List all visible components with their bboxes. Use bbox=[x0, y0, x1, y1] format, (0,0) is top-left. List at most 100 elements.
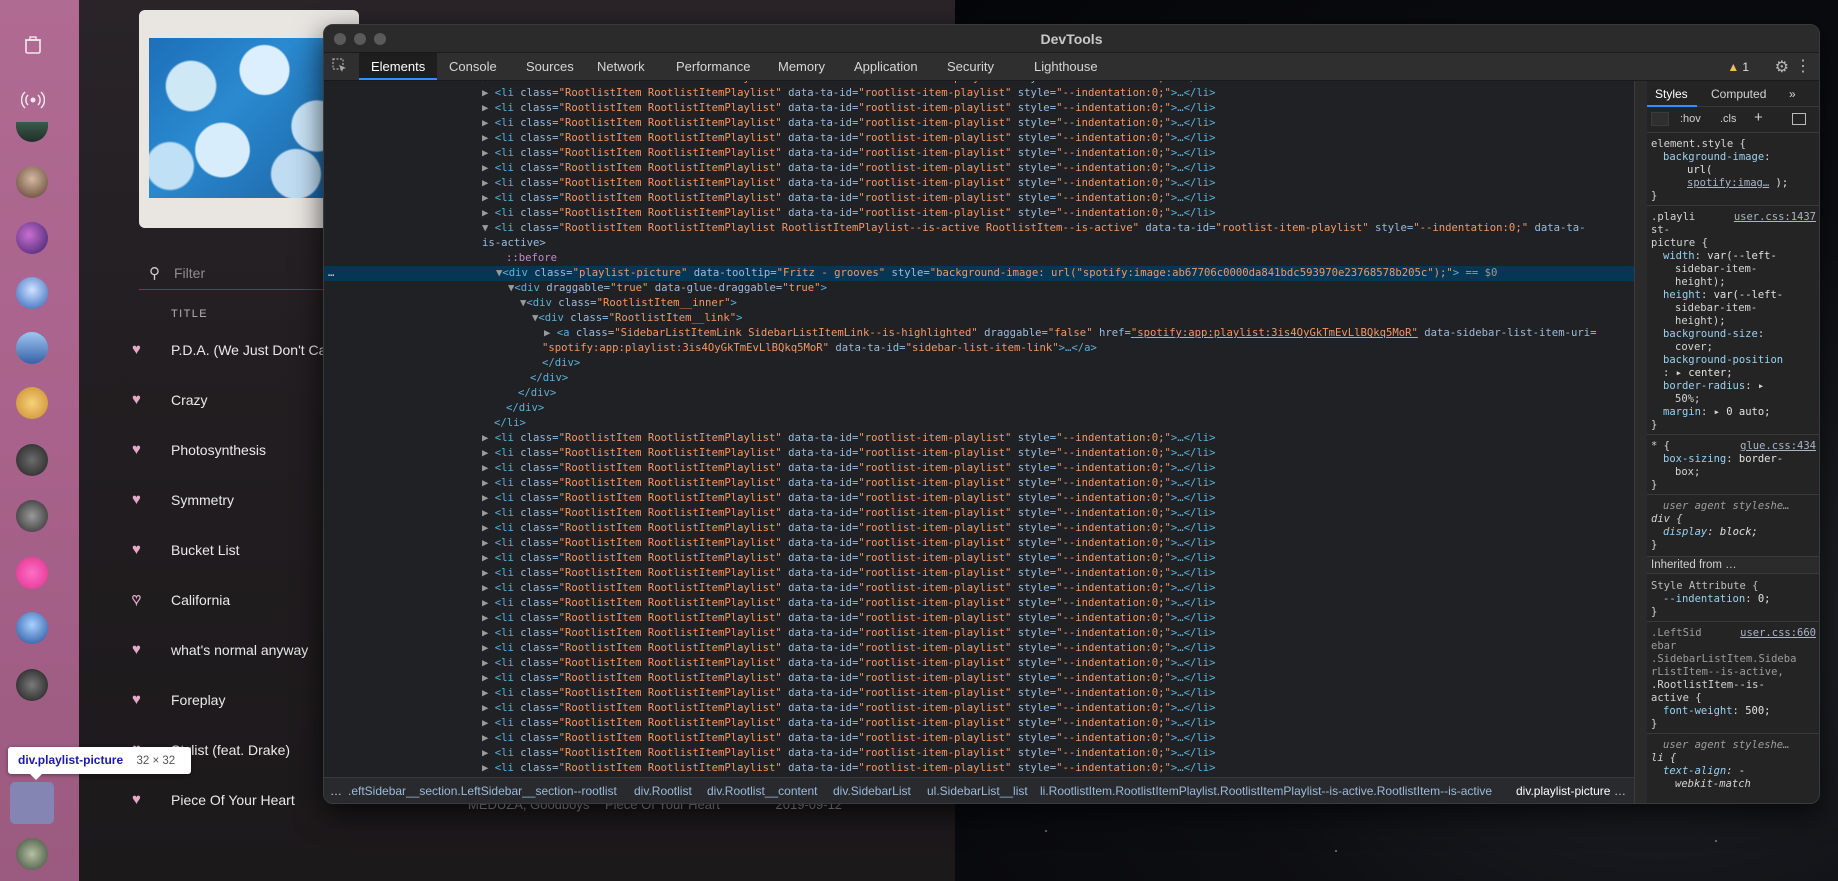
playlist-avatar[interactable] bbox=[16, 838, 48, 870]
more-tabs-icon[interactable]: » bbox=[1789, 87, 1796, 101]
dom-node-anchor[interactable]: ▶ <a class="SidebarListItemLink SidebarL… bbox=[324, 326, 1634, 341]
heart-filled-icon[interactable]: ♥ bbox=[132, 641, 141, 658]
playlist-avatar[interactable] bbox=[16, 444, 48, 476]
style-property[interactable]: border-radius: ▸ bbox=[1651, 380, 1816, 393]
style-property[interactable]: width: var(--left- bbox=[1651, 250, 1816, 263]
breadcrumb-item[interactable]: div.SidebarList bbox=[833, 784, 911, 798]
dom-node-li[interactable]: ▶ <li class="RootlistItem RootlistItemPl… bbox=[324, 161, 1634, 176]
dom-close-div[interactable]: </div> bbox=[324, 371, 1634, 386]
expand-triangle-icon[interactable]: ▶ bbox=[482, 507, 495, 519]
radio-icon[interactable] bbox=[20, 88, 46, 114]
dom-node-li[interactable]: ▶ <li class="RootlistItem RootlistItemPl… bbox=[324, 656, 1634, 671]
expand-triangle-icon[interactable]: ▶ bbox=[482, 462, 495, 474]
tab-styles[interactable]: Styles bbox=[1655, 87, 1688, 101]
dom-node-li[interactable]: ▶ <li class="RootlistItem RootlistItemPl… bbox=[324, 686, 1634, 701]
breadcrumb-overflow-icon[interactable]: … bbox=[330, 784, 342, 798]
expand-triangle-icon[interactable]: ▶ bbox=[482, 432, 495, 444]
window-titlebar[interactable]: DevTools bbox=[324, 25, 1819, 53]
hov-toggle[interactable]: :hov bbox=[1680, 113, 1701, 125]
rule-selector[interactable]: * {glue.css:434 bbox=[1651, 440, 1816, 453]
heart-filled-icon[interactable]: ♥ bbox=[132, 491, 141, 508]
breadcrumb-item-current[interactable]: div.playlist-picture bbox=[1516, 784, 1610, 798]
expand-triangle-icon[interactable]: ▶ bbox=[482, 192, 495, 204]
dom-node-li[interactable]: ▶ <li class="RootlistItem RootlistItemPl… bbox=[324, 731, 1634, 746]
breadcrumb-item[interactable]: li.RootlistItem.RootlistItemPlaylist.Roo… bbox=[1040, 784, 1492, 798]
source-link[interactable]: user.css:1437 bbox=[1734, 211, 1816, 224]
dom-node-li[interactable]: ▶ <li class="RootlistItem RootlistItemPl… bbox=[324, 536, 1634, 551]
element-style-rule[interactable]: element.style { bbox=[1651, 138, 1816, 151]
dom-node-inner-div[interactable]: ▼<div class="RootlistItem__inner"> bbox=[324, 296, 1634, 311]
breadcrumb-item[interactable]: ul.SidebarList__list bbox=[927, 784, 1028, 798]
style-property[interactable]: font-weight: 500; bbox=[1651, 705, 1816, 718]
style-property[interactable]: --indentation: 0; bbox=[1651, 593, 1816, 606]
style-property[interactable]: background-size: bbox=[1651, 328, 1816, 341]
expand-triangle-icon[interactable]: ▶ bbox=[482, 477, 495, 489]
dom-node-li[interactable]: ▶ <li class="RootlistItem RootlistItemPl… bbox=[324, 101, 1634, 116]
breadcrumb-more-icon[interactable]: … bbox=[1614, 784, 1626, 798]
dom-node-li[interactable]: ▶ <li class="RootlistItem RootlistItemPl… bbox=[324, 701, 1634, 716]
expand-triangle-icon[interactable]: ▶ bbox=[544, 327, 550, 339]
dom-node-li[interactable]: ▶ <li class="RootlistItem RootlistItemPl… bbox=[324, 491, 1634, 506]
expand-triangle-icon[interactable]: ▶ bbox=[482, 102, 495, 114]
expand-triangle-icon[interactable]: ▶ bbox=[482, 747, 495, 759]
playlist-avatar[interactable] bbox=[16, 122, 48, 142]
dom-node-li[interactable]: ▶ <li class="RootlistItem RootlistItemPl… bbox=[324, 716, 1634, 731]
expand-triangle-icon[interactable]: ▶ bbox=[482, 492, 495, 504]
dom-node-li[interactable]: ▶ <li class="RootlistItem RootlistItemPl… bbox=[324, 176, 1634, 191]
dom-close-div[interactable]: </div> bbox=[324, 401, 1634, 416]
warnings-badge[interactable]: ▲ 1 bbox=[1721, 57, 1755, 77]
collapse-triangle-icon[interactable]: ▼ bbox=[482, 222, 488, 234]
dom-node-li[interactable]: ▶ <li class="RootlistItem RootlistItemPl… bbox=[324, 671, 1634, 686]
expand-triangle-icon[interactable]: ▶ bbox=[482, 657, 495, 669]
cls-toggle[interactable]: .cls bbox=[1720, 113, 1737, 125]
heart-outline-icon[interactable]: ♥ bbox=[131, 590, 141, 608]
dom-node-li[interactable]: ▶ <li class="RootlistItem RootlistItemPl… bbox=[324, 131, 1634, 146]
expand-triangle-icon[interactable]: ▶ bbox=[482, 627, 495, 639]
dom-node-li[interactable]: ▶ <li class="RootlistItem RootlistItemPl… bbox=[324, 746, 1634, 761]
dom-node-li[interactable]: ▶ <li class="RootlistItem RootlistItemPl… bbox=[324, 146, 1634, 161]
source-link[interactable]: glue.css:434 bbox=[1740, 440, 1816, 453]
tab-memory[interactable]: Memory bbox=[766, 53, 837, 80]
dom-node-li[interactable]: ▶ <li class="RootlistItem RootlistItemPl… bbox=[324, 431, 1634, 446]
expand-triangle-icon[interactable]: ▶ bbox=[482, 81, 495, 84]
trash-icon[interactable] bbox=[20, 34, 46, 60]
node-actions-icon[interactable]: … bbox=[328, 266, 334, 281]
playlist-avatar[interactable] bbox=[16, 387, 48, 419]
dom-node-li[interactable]: ▶ <li class="RootlistItem RootlistItemPl… bbox=[324, 446, 1634, 461]
playlist-avatar[interactable] bbox=[16, 277, 48, 309]
tab-elements[interactable]: Elements bbox=[359, 53, 438, 80]
tab-security[interactable]: Security bbox=[935, 53, 1006, 80]
source-link[interactable]: user.css:660 bbox=[1740, 627, 1816, 640]
playlist-avatar[interactable] bbox=[16, 557, 48, 589]
expand-triangle-icon[interactable]: ▶ bbox=[482, 687, 495, 699]
dom-pseudo-before[interactable]: ::before bbox=[324, 251, 1634, 266]
more-options-icon[interactable]: ⋮ bbox=[1795, 56, 1811, 76]
expand-triangle-icon[interactable]: ▶ bbox=[482, 537, 495, 549]
style-property[interactable]: background-position bbox=[1651, 354, 1816, 367]
style-property[interactable]: margin: ▸ 0 auto; bbox=[1651, 406, 1816, 419]
breadcrumb-item[interactable]: div.Rootlist bbox=[634, 784, 692, 798]
dom-node-active-li[interactable]: ▼ <li class="RootlistItem RootlistItemPl… bbox=[324, 221, 1634, 236]
column-header-title[interactable]: TITLE bbox=[171, 308, 208, 320]
dom-node-li[interactable]: ▶ <li class="RootlistItem RootlistItemPl… bbox=[324, 86, 1634, 101]
breadcrumb-item[interactable]: div.Rootlist__content bbox=[707, 784, 818, 798]
dom-node-li[interactable]: ▶ <li class="RootlistItem RootlistItemPl… bbox=[324, 761, 1634, 776]
dom-node-li[interactable]: ▶ <li class="RootlistItem RootlistItemPl… bbox=[324, 206, 1634, 221]
dom-node-li[interactable]: ▶ <li class="RootlistItem RootlistItemPl… bbox=[324, 116, 1634, 131]
dom-node-link-div[interactable]: ▼<div class="RootlistItem__link"> bbox=[324, 311, 1634, 326]
heart-filled-icon[interactable]: ♥ bbox=[132, 791, 141, 808]
playlist-avatar[interactable] bbox=[16, 612, 48, 644]
inspect-element-icon[interactable] bbox=[332, 58, 350, 76]
styles-filter-input[interactable] bbox=[1651, 112, 1669, 126]
dom-node-li[interactable]: ▶ <li class="RootlistItem RootlistItemPl… bbox=[324, 626, 1634, 641]
dom-node-li[interactable]: ▶ <li class="RootlistItem RootlistItemPl… bbox=[324, 521, 1634, 536]
dom-node-li[interactable]: ▶ <li class="RootlistItem RootlistItemPl… bbox=[324, 551, 1634, 566]
rule-selector[interactable]: .playli user.css:1437 bbox=[1651, 211, 1816, 224]
tab-application[interactable]: Application bbox=[842, 53, 930, 80]
style-property[interactable]: height: var(--left- bbox=[1651, 289, 1816, 302]
playlist-avatar[interactable] bbox=[16, 222, 48, 254]
elements-dom-tree[interactable]: ▼ <li class="RootlistItem RootlistItemPl… bbox=[324, 81, 1634, 777]
rule-selector[interactable]: .LeftSid user.css:660 bbox=[1651, 627, 1816, 640]
tab-network[interactable]: Network bbox=[585, 53, 657, 80]
playlist-avatar[interactable] bbox=[16, 500, 48, 532]
